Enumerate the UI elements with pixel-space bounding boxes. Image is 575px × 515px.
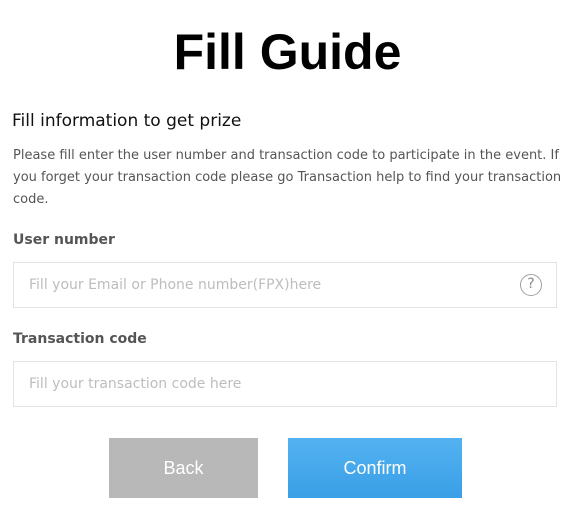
form-heading: Fill information to get prize bbox=[12, 111, 242, 131]
confirm-button[interactable]: Confirm bbox=[288, 438, 462, 498]
back-button[interactable]: Back bbox=[109, 438, 258, 498]
page-title: Fill Guide bbox=[173, 24, 402, 80]
transaction-code-input[interactable] bbox=[14, 362, 556, 406]
user-number-label: User number bbox=[13, 232, 115, 248]
user-number-input[interactable] bbox=[14, 263, 556, 307]
transaction-code-field-container bbox=[13, 361, 557, 407]
help-question-icon[interactable]: ? bbox=[520, 274, 542, 296]
user-number-field-container: ? bbox=[13, 262, 557, 308]
form-description: Please fill enter the user number and tr… bbox=[13, 148, 562, 207]
transaction-code-label: Transaction code bbox=[13, 331, 147, 347]
